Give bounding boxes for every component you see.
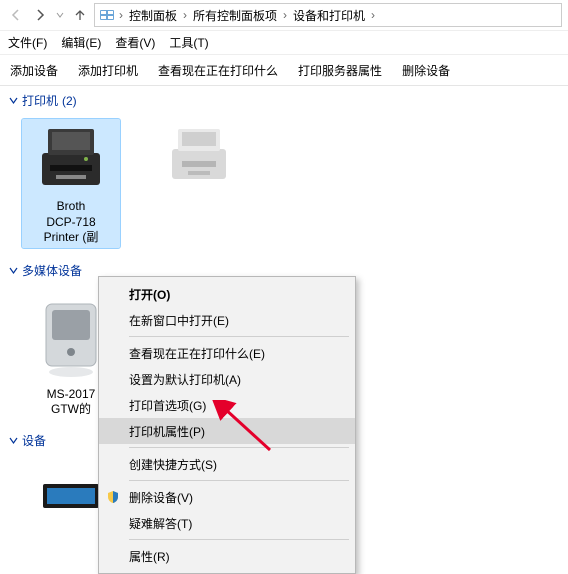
chevron-down-icon — [8, 265, 18, 275]
group-label-devices: 设备 — [22, 432, 46, 449]
cm-create-shortcut[interactable]: 创建快捷方式(S) — [99, 451, 355, 477]
menu-tools[interactable]: 工具(T) — [169, 34, 208, 51]
cm-see-printing[interactable]: 查看现在正在打印什么(E) — [99, 340, 355, 366]
chevron-right-icon[interactable]: › — [281, 8, 289, 22]
device-item-generic-printer[interactable] — [150, 119, 248, 248]
group-label-printers: 打印机 — [22, 92, 58, 109]
tool-add-printer[interactable]: 添加打印机 — [78, 62, 138, 79]
menu-view[interactable]: 查看(V) — [115, 34, 155, 51]
context-menu: 打开(O) 在新窗口中打开(E) 查看现在正在打印什么(E) 设置为默认打印机(… — [98, 276, 356, 574]
cm-set-default[interactable]: 设置为默认打印机(A) — [99, 366, 355, 392]
breadcrumb-all-items[interactable]: 所有控制面板项 — [191, 7, 279, 24]
group-count-printers: (2) — [62, 94, 77, 108]
menu-file[interactable]: 文件(F) — [8, 34, 47, 51]
cm-remove-device[interactable]: 删除设备(V) — [99, 484, 355, 510]
cm-open[interactable]: 打开(O) — [99, 281, 355, 307]
cm-open-new-window[interactable]: 在新窗口中打开(E) — [99, 307, 355, 333]
forward-button[interactable] — [30, 5, 50, 25]
breadcrumb-devices-printers[interactable]: 设备和打印机 — [291, 7, 367, 24]
printer-icon — [31, 121, 111, 197]
breadcrumb-control-panel[interactable]: 控制面板 — [127, 7, 179, 24]
cm-preferences[interactable]: 打印首选项(G) — [99, 392, 355, 418]
chevron-down-icon — [8, 435, 18, 445]
cm-troubleshoot[interactable]: 疑难解答(T) — [99, 510, 355, 536]
tool-server-props[interactable]: 打印服务器属性 — [298, 62, 382, 79]
toolbar: 添加设备 添加打印机 查看现在正在打印什么 打印服务器属性 删除设备 — [0, 54, 568, 86]
cm-separator — [129, 539, 349, 540]
back-button[interactable] — [6, 5, 26, 25]
shield-icon — [105, 489, 121, 505]
cm-separator — [129, 480, 349, 481]
chevron-right-icon[interactable]: › — [369, 8, 377, 22]
up-button[interactable] — [70, 5, 90, 25]
menu-bar: 文件(F) 编辑(E) 查看(V) 工具(T) — [0, 30, 568, 54]
device-item-brother-printer[interactable]: Broth DCP-718 Printer (副 — [22, 119, 120, 248]
address-row: › 控制面板 › 所有控制面板项 › 设备和打印机 › — [0, 0, 568, 30]
group-header-printers[interactable]: 打印机 (2) — [0, 86, 568, 115]
device-label: MS-2017 GTW的 — [47, 387, 96, 418]
group-label-multimedia: 多媒体设备 — [22, 262, 82, 279]
tool-add-device[interactable]: 添加设备 — [10, 62, 58, 79]
printers-grid: Broth DCP-718 Printer (副 — [0, 115, 568, 256]
address-bar[interactable]: › 控制面板 › 所有控制面板项 › 设备和打印机 › — [94, 3, 562, 27]
cm-properties[interactable]: 属性(R) — [99, 543, 355, 569]
menu-edit[interactable]: 编辑(E) — [61, 34, 101, 51]
tool-see-printing[interactable]: 查看现在正在打印什么 — [158, 62, 278, 79]
chevron-right-icon[interactable]: › — [117, 8, 125, 22]
chevron-down-icon — [8, 96, 18, 106]
cm-separator — [129, 447, 349, 448]
chevron-right-icon[interactable]: › — [181, 8, 189, 22]
cm-separator — [129, 336, 349, 337]
recent-dropdown-icon[interactable] — [54, 5, 66, 25]
printer-icon — [159, 119, 239, 195]
content-area: 打印机 (2) Broth DCP-718 Printer (副 — [0, 86, 568, 543]
tool-remove-device[interactable]: 删除设备 — [402, 62, 450, 79]
control-panel-icon — [99, 7, 115, 23]
device-label: Broth DCP-718 Printer (副 — [44, 199, 99, 246]
cm-printer-properties[interactable]: 打印机属性(P) — [99, 418, 355, 444]
